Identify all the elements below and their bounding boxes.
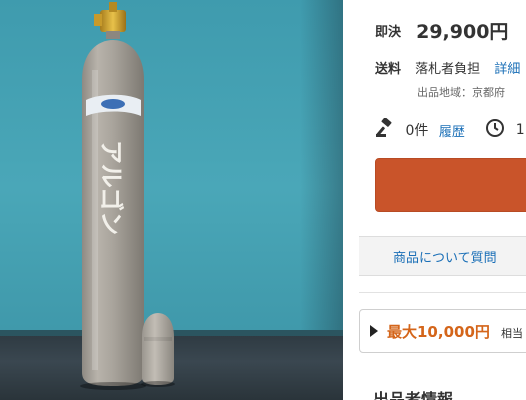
cylinder-cap [142,313,174,385]
bid-count: 0件 [405,123,429,139]
buy-now-price-row: 即決 29,900円 [375,17,508,44]
valve-outlet [94,14,102,26]
seller-info-heading: 出品者情報 [373,390,454,400]
promo-headline: 最大10,000円 [387,323,490,341]
item-info-panel: 即決 29,900円 送料 落札者負担 詳細 出品地域：京都府 0件 履歴 1 … [343,0,526,400]
buy-now-label: 即決 [375,25,402,40]
question-box: 商品について質問 [359,236,526,276]
bid-history-link[interactable]: 履歴 [439,125,465,140]
valve-body [100,10,126,32]
valve-neck [106,31,120,39]
clock-icon [485,118,505,142]
section-divider [359,292,526,293]
time-remaining: 1 [515,122,525,138]
promo-subtext: 相当 [501,327,523,340]
cylinder-argon-text: アルゴン [97,140,125,235]
promo-banner[interactable]: 最大10,000円 相当 [359,309,526,353]
shipping-row: 送料 落札者負担 詳細 [375,58,520,77]
product-photo[interactable]: アルゴン [0,0,343,400]
argon-cylinder-illustration: アルゴン [80,2,175,390]
item-question-link[interactable]: 商品について質問 [393,247,497,266]
valve-stem [109,2,117,12]
gavel-icon [375,117,395,142]
shipping-detail-link[interactable]: 詳細 [494,62,520,77]
caret-right-icon [370,325,378,337]
svg-text:アルゴン: アルゴン [97,140,125,235]
buy-now-price: 29,900円 [416,21,509,43]
cylinder-label-logo [101,99,125,109]
bid-button[interactable] [375,158,526,212]
region-text: 出品地域：京都府 [417,86,505,99]
bids-row: 0件 履歴 1 [375,117,525,142]
shipping-label: 送料 [375,62,402,77]
shipping-value: 落札者負担 [415,62,481,77]
